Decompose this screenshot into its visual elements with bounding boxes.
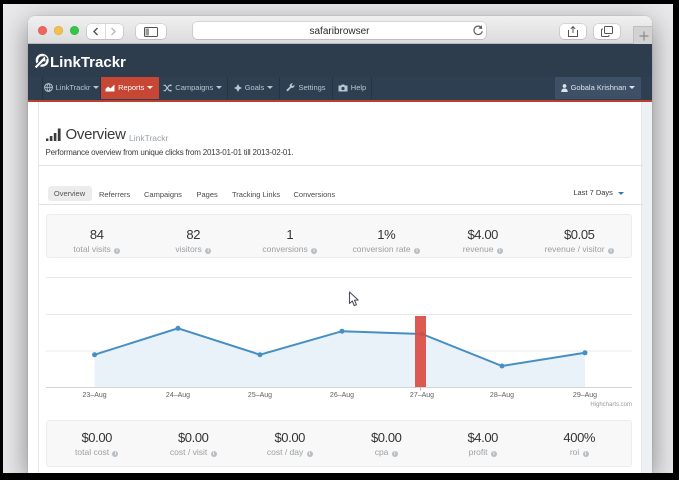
svg-text:26–Aug: 26–Aug — [330, 392, 354, 399]
svg-text:28–Aug: 28–Aug — [490, 392, 514, 399]
svg-text:27–Aug: 27–Aug — [410, 392, 434, 399]
svg-text:25–Aug: 25–Aug — [248, 392, 272, 399]
svg-text:23–Aug: 23–Aug — [83, 392, 107, 399]
svg-text:24–Aug: 24–Aug — [166, 392, 190, 399]
svg-text:29–Aug: 29–Aug — [573, 392, 597, 399]
svg-text:Highcharts.com: Highcharts.com — [590, 402, 632, 408]
